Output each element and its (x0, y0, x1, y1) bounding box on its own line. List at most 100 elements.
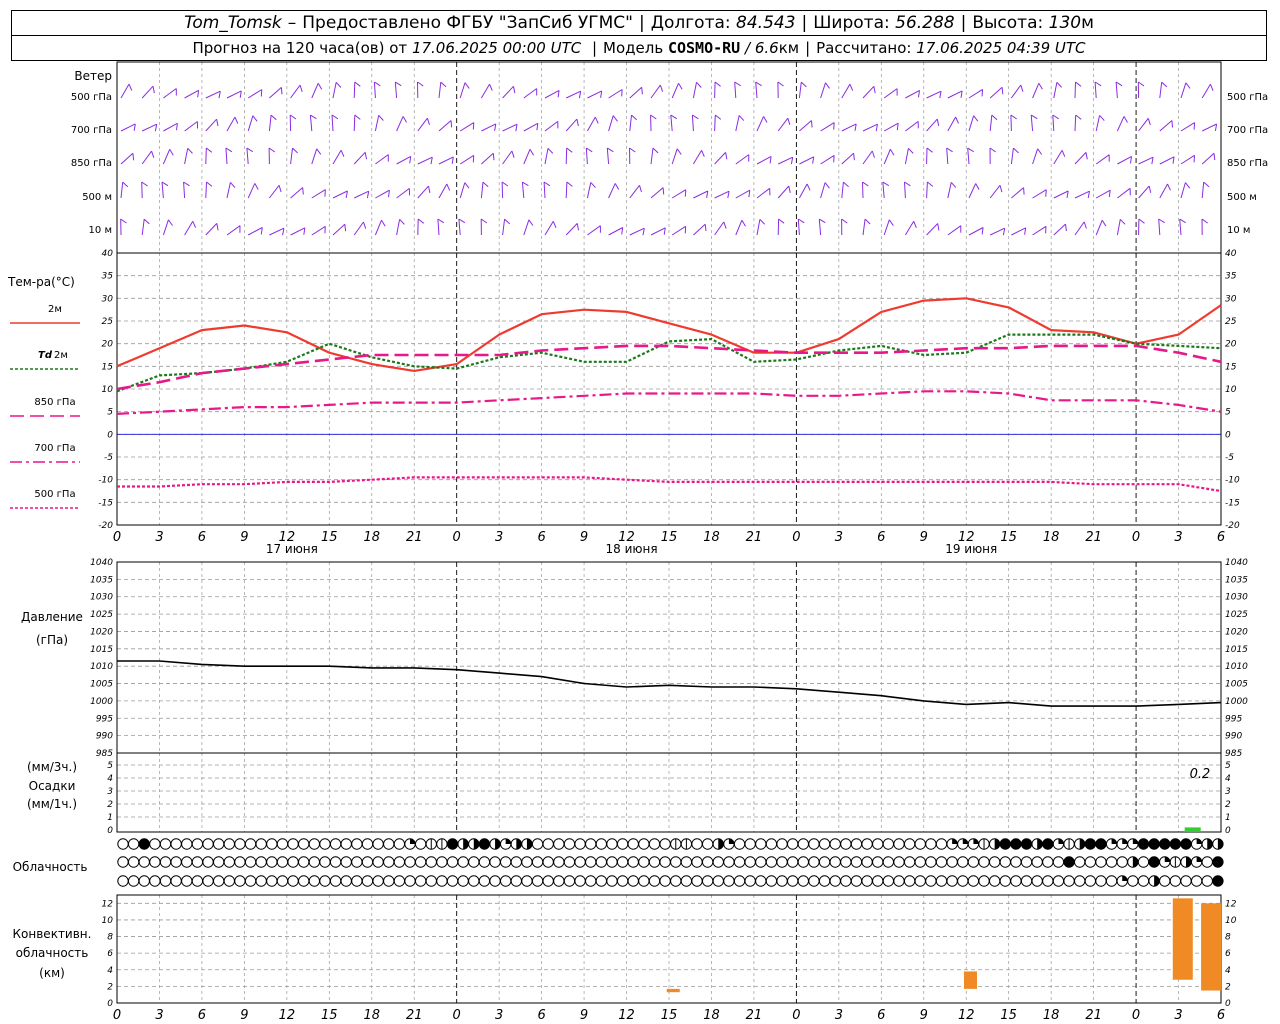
wind-barb (1180, 154, 1195, 165)
wind-barb (650, 84, 661, 99)
cloud-symbol (361, 856, 374, 868)
wind-barb (1032, 189, 1047, 199)
wind-barb-feather (270, 114, 277, 121)
bottom-hour-label: 15 (661, 1008, 678, 1023)
temperature-tick-label-right: 40 (1225, 249, 1237, 259)
wind-barb-feather (701, 150, 705, 157)
cloud-symbol (861, 838, 873, 850)
cloud-symbol (701, 838, 714, 850)
legend-label: 700 гПа (34, 443, 75, 454)
wind-barb (777, 156, 793, 165)
cloud-symbol (234, 875, 246, 887)
wind-barb (946, 147, 949, 165)
wind-barb (1094, 81, 1097, 99)
wind-barb (480, 83, 490, 99)
cloud-symbol (659, 838, 671, 850)
wind-barb (629, 227, 645, 236)
bottom-hour-label: 3 (1174, 1008, 1182, 1023)
wind-barb-feather (800, 81, 807, 88)
wind-barb (163, 122, 178, 132)
wind-barb-feather (143, 218, 150, 225)
cloud-symbol (181, 875, 193, 887)
wind-barb (332, 149, 342, 165)
temperature-tick-label-right: 0 (1225, 430, 1231, 440)
wind-barb (926, 118, 938, 132)
wind-barb (968, 227, 984, 236)
temperature-tick-label-right: 25 (1225, 317, 1237, 327)
wind-barb (396, 219, 401, 236)
convective-tick-label-right: 6 (1225, 949, 1231, 959)
wind-barb (947, 90, 963, 99)
cloud-symbol (723, 856, 735, 868)
wind-barb (184, 221, 194, 236)
wind-barb-feather (381, 219, 386, 227)
cloud-symbol (446, 838, 459, 850)
wind-barb-feather (299, 84, 303, 92)
pressure-tick-label: 1020 (90, 627, 113, 637)
wind-barb (735, 115, 740, 132)
wind-barb (714, 81, 716, 99)
cloud-symbol (1095, 875, 1107, 887)
wind-barb-feather (788, 185, 791, 194)
cloud-symbol (1127, 875, 1139, 887)
temperature-tick-label: 20 (102, 340, 114, 350)
precip-tick-label-right: 5 (1225, 761, 1231, 771)
wind-barb-feather (871, 150, 875, 158)
precip-bar (1184, 827, 1201, 832)
temperature-tick-label: 30 (102, 294, 114, 304)
wind-barb-feather (482, 181, 489, 188)
cloud-symbol (340, 856, 352, 868)
wind-barb (1116, 116, 1125, 132)
cloud-symbol (850, 838, 863, 850)
wind-barb-feather (1020, 84, 1024, 92)
wind-barb (862, 150, 873, 165)
cloud-symbol (925, 838, 937, 850)
cloud-symbol (872, 875, 884, 887)
cloud-symbol (914, 875, 926, 887)
wind-barb (120, 182, 124, 199)
wind-barb (585, 147, 588, 165)
wind-barb (714, 221, 725, 236)
cloud-symbol (351, 838, 363, 850)
convective-tick-label-right: 2 (1225, 982, 1231, 992)
cloud-symbol (117, 875, 129, 887)
cloud-symbol (585, 856, 597, 868)
wind-barb-feather (489, 83, 493, 91)
cloud-symbol (1148, 838, 1160, 850)
temperature-hour-label: 9 (580, 530, 588, 545)
wind-barb (521, 182, 525, 199)
cloud-symbol (744, 856, 756, 868)
wind-barb (544, 148, 549, 165)
wind-barb-feather (440, 81, 447, 88)
cloud-symbol-mark (526, 838, 533, 850)
wind-barb (332, 190, 348, 199)
wind-barb (882, 182, 885, 199)
cloud-symbol (680, 856, 693, 868)
wind-barb (1201, 123, 1217, 132)
wind-barb-feather (670, 114, 678, 120)
wind-barb (162, 149, 171, 165)
cloud-symbol (585, 875, 597, 887)
wind-barb-feather (1179, 218, 1186, 224)
wind-barb (565, 181, 568, 199)
wind-barb (1032, 225, 1047, 236)
wind-barb-feather (1013, 147, 1019, 154)
wind-barb (756, 187, 771, 199)
wind-barb (1053, 223, 1066, 236)
wind-barb (459, 122, 475, 132)
pressure-tick-label-right: 990 (1225, 732, 1242, 742)
temperature-tick-label: -15 (98, 498, 113, 508)
wind-barb (459, 154, 474, 165)
cloud-symbol (935, 838, 948, 850)
cloud-symbol (1031, 875, 1043, 887)
wind-barb-feather (331, 114, 339, 120)
wind-barb-feather (511, 150, 515, 158)
wind-barb-feather (1083, 221, 1087, 229)
wind-barb-feather (663, 227, 666, 235)
wind-barb (905, 121, 919, 132)
cloud-symbol (1084, 838, 1097, 850)
convective-bar (1172, 898, 1193, 980)
cloud-symbol (383, 856, 395, 868)
wind-barb-feather (292, 147, 298, 154)
wind-barb-feather (725, 152, 728, 160)
